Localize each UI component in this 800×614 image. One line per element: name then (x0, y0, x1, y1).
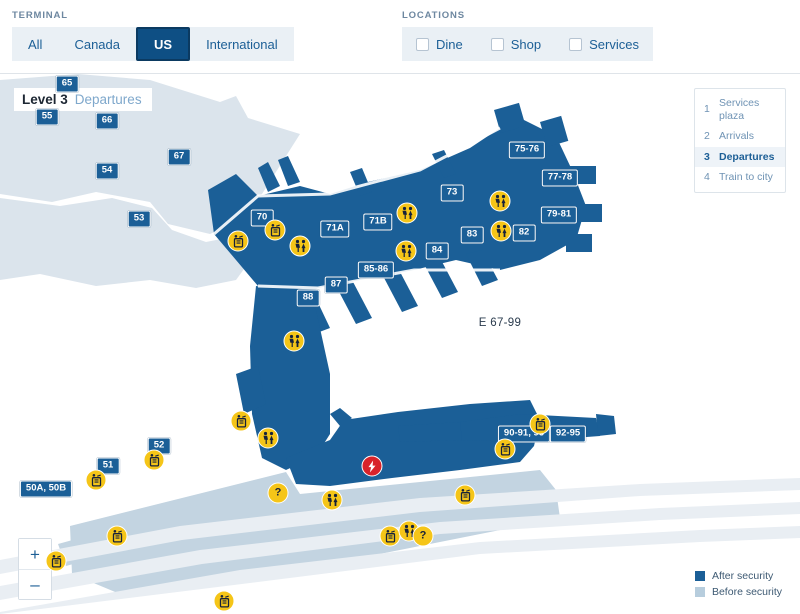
restroom-icon[interactable] (321, 489, 343, 511)
restroom-icon[interactable] (395, 240, 417, 262)
baby-care-icon[interactable] (143, 449, 165, 471)
gate-marker[interactable]: 55 (35, 108, 59, 126)
restroom-icon[interactable] (490, 220, 512, 242)
gate-marker[interactable]: 73 (440, 184, 464, 202)
level-option-1[interactable]: 1 Services plaza (695, 93, 785, 126)
terminal-filter-group: TERMINAL All Canada US International (12, 10, 294, 61)
legend-before-security: Before security (694, 586, 782, 598)
locations-checkbox-group: Dine Shop Services (402, 27, 653, 61)
terminal-segmented-control: All Canada US International (12, 27, 294, 61)
gate-marker[interactable]: 66 (95, 112, 119, 130)
level-option-1-label: Services plaza (719, 97, 760, 122)
baby-care-icon[interactable] (494, 438, 516, 460)
map-zoom-controls[interactable]: + – (18, 538, 52, 600)
level-badge: Level 3 Departures (14, 88, 152, 111)
level-option-2-number: 2 (704, 130, 710, 143)
locations-option-dine[interactable]: Dine (402, 27, 477, 61)
restroom-icon[interactable] (396, 202, 418, 224)
gate-marker[interactable]: 84 (425, 242, 449, 260)
terminal-map[interactable]: Level 3 Departures E 67-99 1 Services pl… (0, 74, 800, 614)
zoom-out-button[interactable]: – (19, 569, 51, 599)
level-option-4-label: Train to city (719, 171, 773, 184)
services-label: Services (589, 36, 639, 52)
baby-care-icon[interactable] (454, 484, 476, 506)
gate-marker[interactable]: 88 (296, 289, 320, 307)
level-option-3[interactable]: 3 Departures (695, 146, 785, 168)
gate-marker[interactable]: 65 (55, 75, 79, 93)
gate-marker[interactable]: 75-76 (508, 141, 546, 159)
filter-bar: TERMINAL All Canada US International LOC… (0, 0, 800, 74)
info-icon[interactable]: ? (267, 482, 289, 504)
concourse-label: E 67-99 (478, 317, 522, 329)
shop-label: Shop (510, 36, 542, 52)
level-option-3-number: 3 (704, 150, 710, 163)
legend-after-security: After security (694, 570, 782, 582)
locations-filter-group: LOCATIONS Dine Shop Services (402, 10, 653, 61)
level-option-2[interactable]: 2 Arrivals (695, 126, 785, 147)
aed-icon[interactable] (361, 455, 383, 477)
baby-care-icon[interactable] (379, 525, 401, 547)
after-security-label: After security (711, 570, 774, 582)
baby-care-icon[interactable] (45, 550, 67, 572)
baby-care-icon[interactable] (227, 230, 249, 252)
baby-care-icon[interactable] (85, 469, 107, 491)
gate-marker[interactable]: 85-86 (357, 261, 395, 279)
shop-checkbox[interactable] (490, 37, 504, 51)
gate-marker[interactable]: 79-81 (540, 206, 578, 224)
level-option-4[interactable]: 4 Train to city (695, 167, 785, 188)
baby-care-icon[interactable] (264, 219, 286, 241)
baby-care-icon[interactable] (230, 410, 252, 432)
baby-care-icon[interactable] (106, 525, 128, 547)
gate-marker[interactable]: 50A, 50B (19, 480, 73, 498)
level-badge-name: Departures (74, 92, 142, 107)
gate-marker[interactable]: 54 (95, 162, 119, 180)
terminal-option-canada[interactable]: Canada (58, 27, 136, 61)
before-security-swatch (694, 587, 705, 597)
dine-label: Dine (436, 36, 463, 52)
restroom-icon[interactable] (257, 427, 279, 449)
restroom-icon[interactable] (283, 330, 305, 352)
gate-marker[interactable]: 83 (460, 226, 484, 244)
level-option-1-number: 1 (704, 103, 710, 116)
after-security-swatch (694, 571, 705, 581)
level-option-3-label: Departures (719, 150, 775, 163)
baby-care-icon[interactable] (213, 590, 235, 612)
gate-marker[interactable]: 77-78 (541, 169, 579, 187)
level-option-2-label: Arrivals (719, 130, 755, 143)
gate-marker[interactable]: 71B (363, 213, 393, 231)
locations-filter-label: LOCATIONS (402, 10, 465, 21)
locations-option-services[interactable]: Services (555, 27, 653, 61)
gate-marker[interactable]: 87 (324, 276, 348, 294)
level-badge-level: Level 3 (22, 92, 68, 107)
gate-marker[interactable]: 82 (512, 224, 536, 242)
dine-checkbox[interactable] (416, 37, 429, 51)
services-checkbox[interactable] (569, 37, 583, 51)
restroom-icon[interactable] (289, 235, 311, 257)
level-option-4-number: 4 (704, 171, 710, 184)
locations-option-shop[interactable]: Shop (476, 27, 556, 61)
security-legend: After security Before security (694, 566, 782, 598)
terminal-option-all[interactable]: All (12, 27, 59, 61)
level-selector[interactable]: 1 Services plaza 2 Arrivals 3 Departures… (694, 88, 786, 193)
restroom-icon[interactable] (489, 190, 511, 212)
gate-marker[interactable]: 92-95 (549, 425, 587, 443)
info-icon[interactable]: ? (412, 525, 434, 547)
gate-marker[interactable]: 53 (127, 210, 151, 228)
before-security-label: Before security (711, 586, 782, 598)
gate-marker[interactable]: 67 (167, 148, 191, 166)
terminal-option-international[interactable]: International (190, 27, 294, 61)
terminal-option-us[interactable]: US (136, 27, 191, 61)
gate-marker[interactable]: 71A (320, 220, 350, 238)
terminal-filter-label: TERMINAL (12, 10, 68, 21)
baby-care-icon[interactable] (529, 413, 551, 435)
